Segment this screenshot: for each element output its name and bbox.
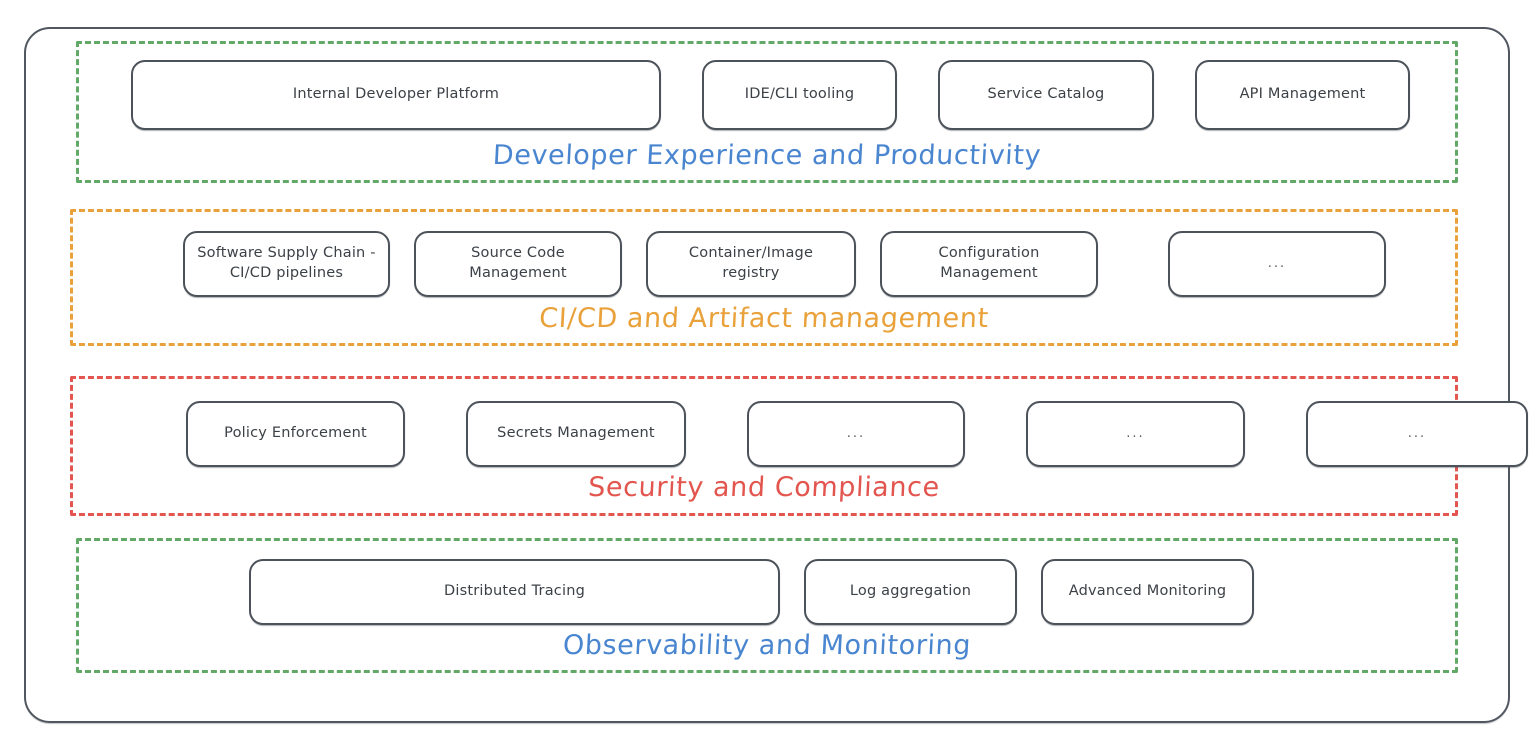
section-label-observability-monitoring: Observability and Monitoring [562,630,972,661]
section-label-developer-experience: Developer Experience and Productivity [492,140,1042,171]
node-policy-enforcement[interactable]: Policy Enforcement [186,401,405,467]
node-label: Service Catalog [987,86,1105,103]
node-security-placeholder-1[interactable]: ... [747,401,965,467]
node-software-supply-chain[interactable]: Software Supply Chain - CI/CD pipelines [183,231,390,297]
node-advanced-monitoring[interactable]: Advanced Monitoring [1041,559,1254,625]
node-label: Distributed Tracing [443,583,585,600]
node-secrets-management[interactable]: Secrets Management [466,401,686,467]
node-security-placeholder-3[interactable]: ... [1306,401,1528,467]
node-label: ... [1267,256,1287,272]
section-label-security-compliance: Security and Compliance [587,472,941,503]
node-internal-developer-platform[interactable]: Internal Developer Platform [131,60,661,130]
node-row-observability-monitoring: Distributed Tracing Log aggregation Adva… [249,559,1254,625]
node-label: ... [1407,426,1427,442]
node-label: Source Code Management [469,245,567,281]
node-label: IDE/CLI tooling [744,86,855,103]
node-source-code-management[interactable]: Source Code Management [414,231,622,297]
node-label: Log aggregation [849,583,972,600]
section-label-cicd-artifact-management: CI/CD and Artifact management [538,303,990,334]
node-label: Advanced Monitoring [1068,583,1227,600]
node-row-cicd-artifact-management: Software Supply Chain - CI/CD pipelines … [183,231,1386,297]
node-security-placeholder-2[interactable]: ... [1026,401,1245,467]
node-row-security-compliance: Policy Enforcement Secrets Management ..… [186,401,1528,467]
node-label: Internal Developer Platform [292,86,500,103]
node-ide-cli-tooling[interactable]: IDE/CLI tooling [702,60,897,130]
node-cicd-placeholder-1[interactable]: ... [1168,231,1386,297]
node-label: API Management [1239,86,1366,103]
node-label: Container/Image registry [688,245,814,281]
node-service-catalog[interactable]: Service Catalog [938,60,1154,130]
diagram-canvas: Developer Experience and Productivity In… [0,0,1533,746]
node-label: ... [846,426,866,442]
node-label: Policy Enforcement [224,425,367,442]
node-label: ... [1126,426,1145,442]
node-label: Software Supply Chain - CI/CD pipelines [197,245,376,281]
node-row-developer-experience: Internal Developer Platform IDE/CLI tool… [131,60,1410,130]
node-container-image-registry[interactable]: Container/Image registry [646,231,856,297]
node-distributed-tracing[interactable]: Distributed Tracing [249,559,780,625]
node-configuration-management[interactable]: Configuration Management [880,231,1098,297]
node-log-aggregation[interactable]: Log aggregation [804,559,1017,625]
node-api-management[interactable]: API Management [1195,60,1410,130]
node-label: Secrets Management [497,425,655,442]
node-label: Configuration Management [938,245,1040,281]
